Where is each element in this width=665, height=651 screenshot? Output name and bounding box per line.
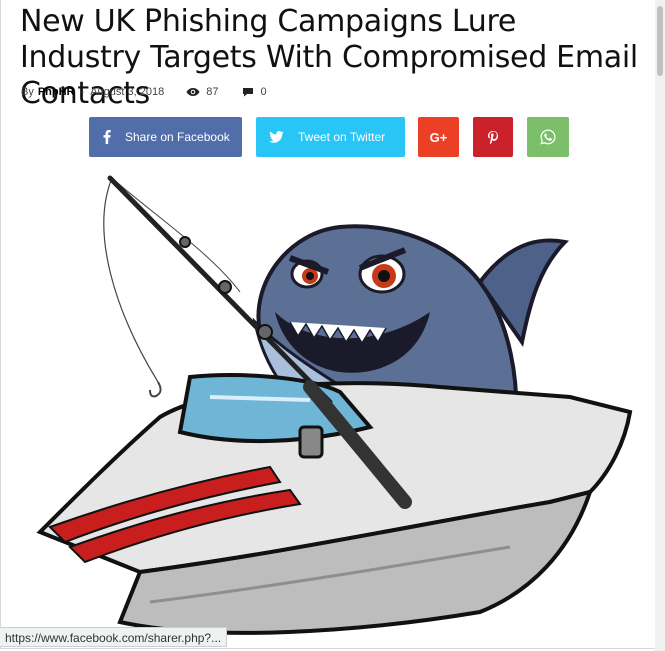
- googleplus-icon: G+: [429, 129, 448, 145]
- status-bar-url: https://www.facebook.com/sharer.php?...: [0, 627, 228, 647]
- share-pinterest-button[interactable]: [473, 117, 513, 157]
- share-twitter-button[interactable]: Tweet on Twitter: [256, 117, 405, 157]
- fishing-line: [103, 177, 159, 383]
- shark-boat-illustration: [36, 175, 633, 635]
- article-meta: By PhpHR - August 3, 2018 87 0: [21, 84, 267, 100]
- share-googleplus-button[interactable]: G+: [418, 117, 459, 157]
- by-label: By: [21, 86, 34, 98]
- twitter-icon: [256, 117, 296, 157]
- facebook-icon: [91, 117, 123, 157]
- meta-separator: -: [80, 86, 85, 98]
- share-whatsapp-button[interactable]: [527, 117, 569, 157]
- views-value: 87: [206, 86, 219, 98]
- share-facebook-button[interactable]: Share on Facebook: [89, 117, 242, 157]
- author-link[interactable]: PhpHR: [38, 86, 75, 98]
- share-twitter-label: Tweet on Twitter: [298, 130, 386, 144]
- pinterest-icon: [488, 130, 498, 144]
- vertical-scrollbar[interactable]: [655, 0, 665, 651]
- publish-date: August 3, 2018: [90, 86, 165, 98]
- eye-icon: [186, 88, 200, 96]
- views-count: 87: [186, 86, 218, 98]
- share-facebook-label: Share on Facebook: [125, 130, 230, 144]
- whatsapp-icon: [540, 129, 556, 145]
- comment-icon: [243, 88, 254, 97]
- comments-value: 0: [260, 86, 267, 98]
- comments-count[interactable]: 0: [242, 86, 267, 98]
- scrollbar-thumb[interactable]: [657, 6, 663, 76]
